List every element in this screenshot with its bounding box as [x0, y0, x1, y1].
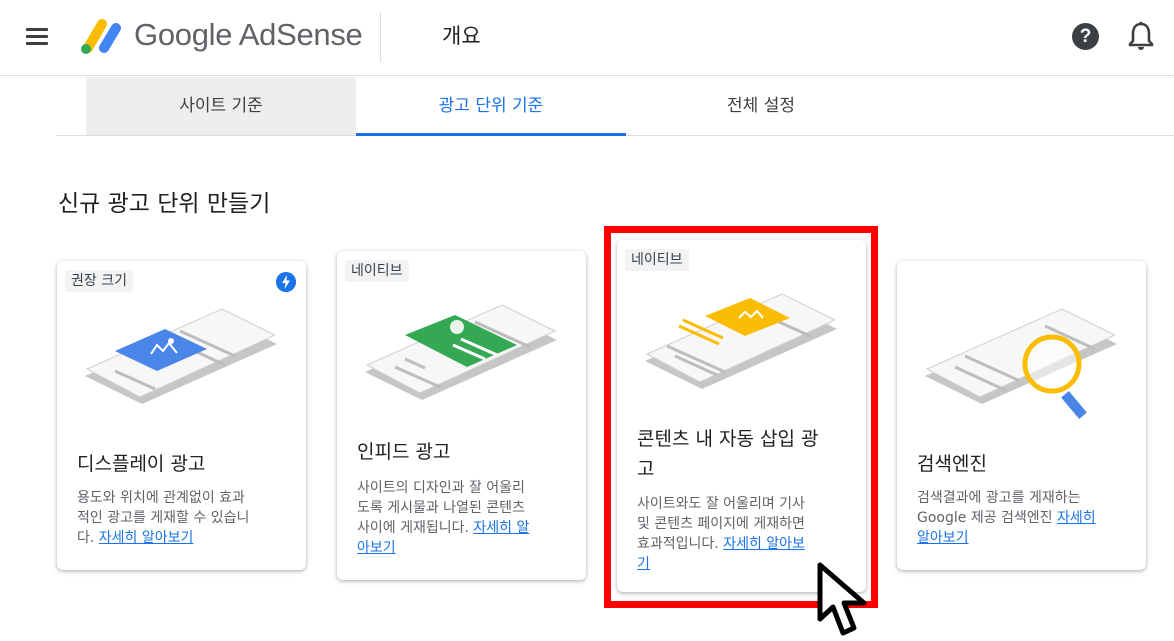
- in-article-ads-card[interactable]: 네이티브 콘텐츠 내 자동 삽입 광 고 사이트와도 잘 어울리며 기사 및 콘…: [617, 240, 866, 592]
- learn-more-link-cont[interactable]: 아보기: [357, 540, 396, 556]
- card-description: 검색결과에 광고를 게재하는 Google 제공 검색엔진 자세히 알아보기: [917, 490, 1096, 546]
- search-engine-illustration: [925, 308, 1117, 419]
- card-title: 검색엔진: [917, 453, 987, 475]
- card-title: 인피드 광고: [357, 441, 451, 463]
- tab-bar: 사이트 기준 광고 단위 기준 전체 설정: [56, 77, 1174, 136]
- in-feed-ad-illustration: [365, 304, 557, 400]
- card-title: 콘텐츠 내 자동 삽입 광 고: [637, 428, 819, 480]
- search-engine-card[interactable]: 검색엔진 검색결과에 광고를 게재하는 Google 제공 검색엔진 자세히 알…: [897, 261, 1146, 570]
- card-description: 사이트와도 잘 어울리며 기사 및 콘텐츠 페이지에 게재하면 효과적입니다. …: [637, 496, 805, 572]
- mouse-cursor-icon: [817, 562, 867, 636]
- page-title: 개요: [442, 24, 481, 48]
- brand-name: Google AdSense: [134, 17, 363, 52]
- header-divider: [380, 12, 381, 62]
- display-ad-illustration: [85, 308, 277, 404]
- native-badge: 네이티브: [625, 249, 689, 271]
- native-badge: 네이티브: [345, 260, 409, 282]
- help-icon[interactable]: ?: [1072, 23, 1099, 50]
- card-description: 용도와 위치에 관계없이 효과 적인 광고를 게재할 수 있습니 다. 자세히 …: [77, 490, 250, 546]
- section-title: 신규 광고 단위 만들기: [58, 191, 271, 217]
- learn-more-link-cont[interactable]: 기: [637, 556, 650, 572]
- display-ads-card[interactable]: 권장 크기 디스플레이 광고 용도와 위치에 관계없이 효과 적인 광고를 게재…: [57, 261, 306, 570]
- learn-more-link[interactable]: 자세히 알: [473, 520, 529, 536]
- bell-icon[interactable]: [1126, 20, 1156, 52]
- bolt-icon: [276, 272, 296, 292]
- tab-by-site[interactable]: 사이트 기준: [86, 77, 356, 135]
- card-title: 디스플레이 광고: [77, 453, 206, 475]
- learn-more-link[interactable]: 자세히 알아보: [723, 536, 805, 552]
- learn-more-link[interactable]: 자세히: [1057, 510, 1096, 526]
- adsense-logo-icon[interactable]: [78, 16, 122, 56]
- in-article-ad-illustration: [645, 293, 837, 389]
- learn-more-link[interactable]: 자세히 알아보기: [99, 530, 194, 546]
- top-app-bar: Google AdSense 개요 ?: [0, 0, 1174, 76]
- tab-global-settings[interactable]: 전체 설정: [626, 77, 896, 135]
- card-description: 사이트의 디자인과 잘 어울리 도록 게시물과 나열된 콘텐츠 사이에 게재됩니…: [357, 480, 530, 556]
- recommended-size-badge: 권장 크기: [65, 270, 133, 292]
- tab-by-ad-unit[interactable]: 광고 단위 기준: [356, 77, 626, 136]
- menu-icon[interactable]: [26, 26, 50, 46]
- in-feed-ads-card[interactable]: 네이티브 인피드 광고 사이트의 디자인과 잘 어울리 도록 게시물과 나열된 …: [337, 251, 586, 580]
- learn-more-link-cont[interactable]: 알아보기: [917, 530, 969, 546]
